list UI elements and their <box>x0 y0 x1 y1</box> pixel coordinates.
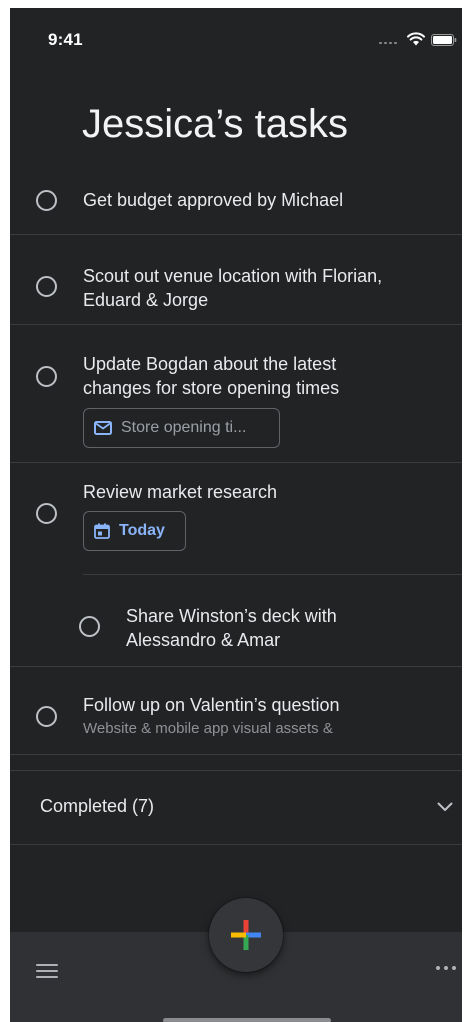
task-item[interactable]: Get budget approved by Michael <box>10 178 462 234</box>
task-title: Eduard & Jorge <box>83 290 209 310</box>
completed-label: Completed (7) <box>40 796 155 816</box>
subtask-item[interactable]: Share Winston’s deck with Alessandro & A… <box>10 574 462 666</box>
completed-section-toggle[interactable]: Completed (7) <box>10 770 462 844</box>
add-icon <box>231 920 261 950</box>
mail-icon <box>94 421 112 435</box>
task-item[interactable]: Review market research Today <box>10 462 462 574</box>
task-item[interactable]: Scout out venue location with Florian, E… <box>10 234 462 324</box>
task-title: Follow up on Valentin’s question <box>83 695 340 715</box>
due-date-chip[interactable]: Today <box>83 511 186 551</box>
task-details: Website & mobile app visual assets & <box>83 720 333 737</box>
task-title: Scout out venue location with Florian, <box>83 266 383 286</box>
more-options-icon[interactable] <box>436 966 458 972</box>
divider <box>10 844 462 845</box>
task-title: Get budget approved by Michael <box>83 190 344 210</box>
chevron-down-icon <box>437 802 453 811</box>
task-title: Review market research <box>83 482 278 502</box>
menu-icon[interactable] <box>36 962 58 978</box>
subtask-title: Share Winston’s deck with <box>126 606 337 626</box>
add-task-button[interactable] <box>209 898 283 972</box>
battery-icon <box>431 34 457 46</box>
wifi-icon <box>407 32 425 46</box>
task-title: changes for store opening times <box>83 378 340 398</box>
task-checkbox[interactable] <box>36 190 57 211</box>
app-screen: 9:41 Jessica’s tasks Get budget approved… <box>10 8 462 1022</box>
subtask-title: Alessandro & Amar <box>126 630 281 650</box>
task-item[interactable]: Update Bogdan about the latest changes f… <box>10 324 462 462</box>
chip-label: Store opening ti... <box>121 419 247 436</box>
calendar-icon <box>94 523 110 539</box>
task-title: Update Bogdan about the latest <box>83 354 337 374</box>
status-bar: 9:41 <box>10 8 462 68</box>
signal-icon <box>379 38 403 44</box>
page-title: Jessica’s tasks <box>82 102 349 146</box>
task-checkbox[interactable] <box>36 276 57 297</box>
task-item[interactable]: Follow up on Valentin’s question Website… <box>10 666 462 754</box>
subtask-checkbox[interactable] <box>79 616 100 637</box>
home-indicator <box>163 1018 331 1022</box>
task-checkbox[interactable] <box>36 366 57 387</box>
chip-label: Today <box>119 522 165 539</box>
task-checkbox[interactable] <box>36 503 57 524</box>
status-time: 9:41 <box>48 30 83 49</box>
divider <box>10 754 462 755</box>
task-checkbox[interactable] <box>36 706 57 727</box>
linked-email-chip[interactable]: Store opening ti... <box>83 408 280 448</box>
